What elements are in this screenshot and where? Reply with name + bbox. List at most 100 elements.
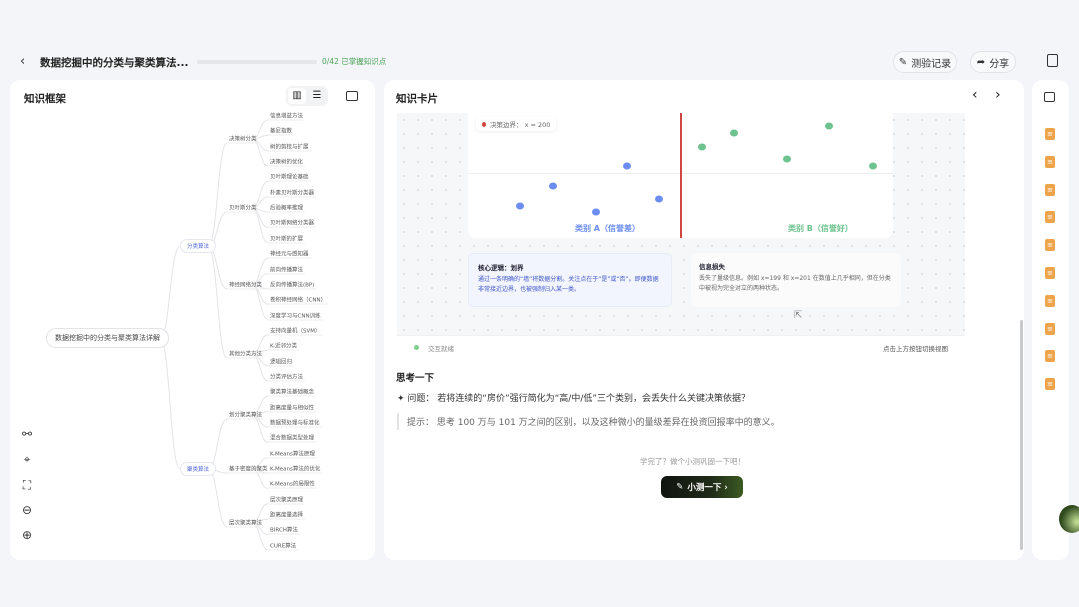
mind-map-leaf[interactable]: 逻辑回归 bbox=[268, 357, 294, 366]
mind-map-leaf[interactable]: 数据预处理与标准化 bbox=[268, 419, 322, 428]
cursor-icon: ⇱ bbox=[794, 310, 802, 321]
panel-toggle-icon[interactable] bbox=[1044, 92, 1055, 102]
mind-map-subtopic[interactable]: 划分聚类算法 bbox=[227, 411, 264, 420]
mind-map-leaf[interactable]: 前向传播算法 bbox=[268, 265, 305, 274]
back-button[interactable]: ‹ bbox=[20, 54, 25, 69]
progress-text: 0/42 已掌握知识点 bbox=[322, 56, 386, 67]
document-icon[interactable]: ≡ bbox=[1045, 378, 1055, 390]
mindmap-view-icon[interactable]: ▥ bbox=[288, 88, 306, 104]
mind-map-leaf[interactable]: K-近邻分类 bbox=[268, 342, 299, 351]
edit-icon: ✎ bbox=[676, 482, 683, 492]
mind-map-leaf[interactable]: CURE算法 bbox=[268, 541, 298, 550]
hint: 提示： 思考 100 万与 101 万之间的区别，以及这种微小的量级差异在投资回… bbox=[397, 413, 780, 430]
mind-map-edge bbox=[252, 208, 268, 243]
knowledge-card-panel: 知识卡片 ‹ › 决策边界： x = 200 类别 A（信誉差） 类别 B（信誉… bbox=[384, 80, 1024, 560]
document-icon[interactable]: ≡ bbox=[1045, 295, 1055, 307]
document-icon[interactable]: ≡ bbox=[1045, 156, 1055, 168]
mind-map-leaf[interactable]: 支持向量机（SVM） bbox=[268, 326, 323, 335]
document-icon[interactable]: ≡ bbox=[1045, 323, 1055, 335]
class-b-point bbox=[825, 123, 833, 130]
mind-map-leaf[interactable]: 基尼指数 bbox=[268, 127, 294, 136]
document-icon[interactable]: ≡ bbox=[1045, 267, 1055, 279]
quiz-button[interactable]: ✎小测一下 › bbox=[661, 476, 743, 498]
scrollbar[interactable] bbox=[1020, 320, 1023, 550]
class-a-point bbox=[623, 163, 631, 170]
think-title: 思考一下 bbox=[396, 370, 434, 384]
mind-map-subtopic[interactable]: 其他分类方法 bbox=[227, 349, 264, 358]
document-icon[interactable]: ≡ bbox=[1045, 128, 1055, 140]
framework-title: 知识框架 bbox=[24, 91, 66, 106]
mind-map-subtopic[interactable]: 贝叶斯分类 bbox=[227, 204, 259, 213]
mind-map-edge bbox=[160, 246, 180, 338]
mind-map-leaf[interactable]: 反向传播算法(BP) bbox=[268, 280, 316, 289]
mind-map-leaf[interactable]: 聚类算法基础概念 bbox=[268, 388, 316, 397]
view-toggle: ▥ ☰ bbox=[286, 86, 328, 106]
mind-map-leaf[interactable]: K-Means的局限性 bbox=[268, 480, 317, 489]
mind-map-leaf[interactable]: K-Means算法的优化 bbox=[268, 465, 322, 474]
layout-icon[interactable]: ⚯ bbox=[20, 427, 34, 441]
prev-card-button[interactable]: ‹ bbox=[972, 87, 978, 103]
mind-map-leaf[interactable]: 贝叶斯网络分类器 bbox=[268, 219, 316, 228]
document-icon[interactable]: ≡ bbox=[1045, 184, 1055, 196]
mind-map-topic[interactable]: 分类算法 bbox=[180, 239, 216, 253]
class-b-point bbox=[869, 163, 877, 170]
mind-map-leaf[interactable]: 决策树的优化 bbox=[268, 158, 305, 167]
document-icon[interactable]: ≡ bbox=[1045, 239, 1055, 251]
mind-map-leaf[interactable]: 层次聚类原理 bbox=[268, 495, 305, 504]
mind-map-leaf[interactable]: 后验概率推理 bbox=[268, 204, 305, 213]
fit-screen-icon[interactable]: ⛶ bbox=[20, 478, 34, 492]
mind-map-leaf[interactable]: 神经元与感知器 bbox=[268, 250, 311, 259]
progress-bar bbox=[197, 60, 317, 64]
status-dot bbox=[414, 345, 419, 350]
focus-icon[interactable]: ⌖ bbox=[20, 452, 34, 466]
mind-map-leaf[interactable]: 距离度量选择 bbox=[268, 511, 305, 520]
visualization-area: 决策边界： x = 200 类别 A（信誉差） 类别 B（信誉好） 核心逻辑：划… bbox=[397, 113, 965, 358]
mind-map-leaf[interactable]: K-Means算法原理 bbox=[268, 449, 317, 458]
mind-map-leaf[interactable]: 贝叶斯理论基础 bbox=[268, 173, 311, 182]
mind-map-leaf[interactable]: 混合数据类型处理 bbox=[268, 434, 316, 443]
info-box-title: 信息损失 bbox=[699, 261, 893, 271]
mind-map-leaf[interactable]: 卷积神经网络（CNN） bbox=[268, 296, 328, 305]
mind-map-leaf[interactable]: 深度学习与CNN训练 bbox=[268, 311, 323, 320]
list-view-icon[interactable]: ☰ bbox=[309, 88, 325, 104]
mind-map-subtopic[interactable]: 层次聚类算法 bbox=[227, 518, 264, 527]
mind-map-leaf[interactable]: BIRCH算法 bbox=[268, 526, 300, 535]
next-card-button[interactable]: › bbox=[995, 87, 1001, 103]
info-box-info-loss: 信息损失 丢失了量级信息。例如 x=199 和 x=201 在数值上几乎相同，但… bbox=[691, 253, 901, 307]
notes-icon[interactable] bbox=[1047, 54, 1058, 67]
sidebar-toggle-icon[interactable] bbox=[346, 91, 358, 101]
mind-map-subtopic[interactable]: 神经网络分类 bbox=[227, 280, 264, 289]
mind-map-edge bbox=[252, 285, 268, 320]
framework-panel: 知识框架 ▥ ☰ 信息增益方法基尼指数树的剪枝与扩展决策树的优化 决策树分类贝叶斯… bbox=[10, 80, 375, 560]
class-b-label: 类别 B（信誉好） bbox=[788, 223, 853, 234]
mind-map-leaf[interactable]: 朴素贝叶斯分类器 bbox=[268, 188, 316, 197]
mind-map-leaf[interactable]: 信息增益方法 bbox=[268, 112, 305, 121]
share-button[interactable]: ➦分享 bbox=[970, 51, 1016, 73]
quiz-record-button[interactable]: ✎测验记录 bbox=[893, 51, 957, 73]
edit-icon: ✎ bbox=[899, 57, 907, 68]
class-a-point bbox=[516, 203, 524, 210]
mind-map-leaf[interactable]: 距离度量与相似性 bbox=[268, 403, 316, 412]
sparkle-icon: ✦ bbox=[397, 394, 407, 404]
mind-map-edge bbox=[208, 469, 227, 527]
mind-map-leaf[interactable]: 贝叶斯的扩展 bbox=[268, 234, 305, 243]
right-rail bbox=[1032, 80, 1069, 560]
mind-map-leaf[interactable]: 分类评估方法 bbox=[268, 372, 305, 381]
zoom-out-icon[interactable]: ⊖ bbox=[20, 503, 34, 517]
assistant-avatar[interactable] bbox=[1059, 505, 1079, 533]
mind-map-subtopic[interactable]: 决策树分类 bbox=[227, 135, 259, 144]
question: ✦ 问题： 若将连续的“房价”强行简化为“高/中/低”三个类别，会丢失什么关键决… bbox=[397, 391, 750, 404]
mind-map-root[interactable]: 数据挖掘中的分类与聚类算法详解 bbox=[46, 328, 169, 348]
quiz-prompt: 学完了？做个小测巩固一下吧！ bbox=[640, 456, 745, 467]
decision-boundary-line bbox=[680, 113, 682, 238]
mind-map-leaf[interactable]: 树的剪枝与扩展 bbox=[268, 142, 311, 151]
switch-view-hint: 点击上方按钮切换视图 bbox=[883, 343, 948, 353]
mind-map-subtopic[interactable]: 基于密度的聚类 bbox=[227, 465, 270, 474]
class-a-point bbox=[592, 209, 600, 216]
zoom-in-icon[interactable]: ⊕ bbox=[20, 528, 34, 542]
mind-map-topic[interactable]: 聚类算法 bbox=[180, 462, 216, 476]
document-icon[interactable]: ≡ bbox=[1045, 211, 1055, 223]
document-icon[interactable]: ≡ bbox=[1045, 350, 1055, 362]
class-a-point bbox=[655, 196, 663, 203]
mind-map[interactable]: 信息增益方法基尼指数树的剪枝与扩展决策树的优化 决策树分类贝叶斯理论基础朴素贝叶斯… bbox=[10, 113, 375, 560]
